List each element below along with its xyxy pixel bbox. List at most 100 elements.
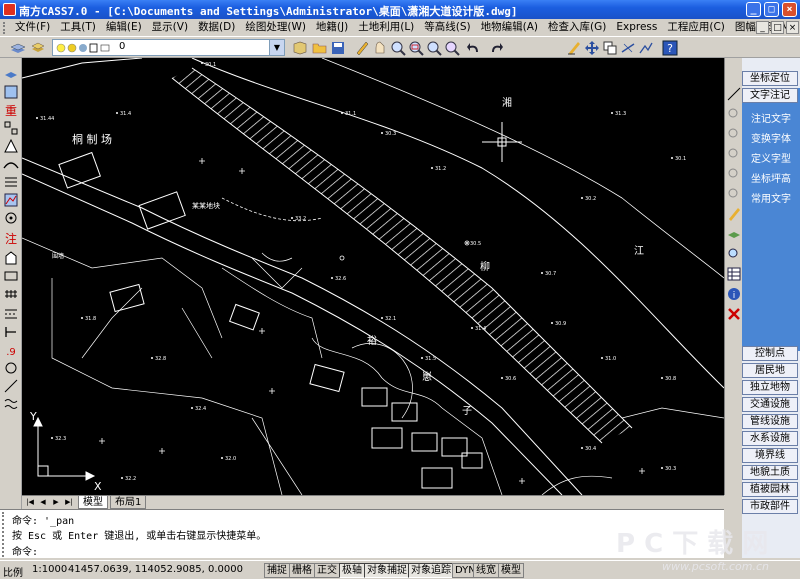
table-icon[interactable] [726,266,742,282]
road-tool-icon[interactable] [3,306,19,322]
screen-menu-landform[interactable]: 地貌土质 [742,465,798,480]
zoom-extents-icon[interactable] [444,40,460,56]
doc-maximize-button[interactable]: □ [771,21,784,34]
tab-next-button[interactable]: ▶ [50,497,62,508]
screen-menu-control-point[interactable]: 控制点 [742,346,798,361]
osnap-toggle[interactable]: 对象捕捉 [364,563,410,578]
save-icon[interactable] [330,40,346,56]
fence-tool-icon[interactable] [3,286,19,302]
link-change-font[interactable]: 变换字体 [742,130,800,145]
screen-menu-boundary[interactable]: 境界线 [742,448,798,463]
delete-icon[interactable] [726,306,742,322]
layer-match-icon[interactable] [726,226,742,242]
layer-state-icon[interactable] [30,40,46,56]
layer-tool-icon[interactable] [3,66,19,82]
open-file-icon[interactable] [312,40,328,56]
pan-icon[interactable] [372,40,388,56]
zoom-icon[interactable] [726,106,742,122]
redo-icon[interactable] [488,40,504,56]
zoom-realtime-icon[interactable] [390,40,406,56]
edit-pencil-icon[interactable] [726,206,742,222]
menu-engineering[interactable]: 工程应用(C) [662,19,730,36]
model-toggle[interactable]: 模型 [498,563,524,578]
zoom-window-icon[interactable] [408,40,424,56]
polyline-icon[interactable] [638,40,654,56]
menu-feature-edit[interactable]: 地物编辑(A) [476,19,543,36]
lineweight-toggle[interactable]: 线宽 [473,563,499,578]
tab-layout1[interactable]: 布局1 [110,496,147,509]
menu-file[interactable]: 文件(F) [10,19,55,36]
drawing-canvas[interactable]: 31.4 30.1 31.1 30.3 31.2 30.5 30.7 30.9 … [22,58,724,495]
menu-edit[interactable]: 编辑(E) [101,19,147,36]
link-annotate-text[interactable]: 注记文字 [742,110,800,125]
select-tool-icon[interactable] [3,84,19,100]
scale-value[interactable]: 1:1000 [32,564,67,575]
layer-dropdown[interactable]: 0 ▼ [52,39,285,56]
screen-menu-water[interactable]: 水系设施 [742,431,798,446]
pipeline-tool-icon[interactable] [3,324,19,340]
snap-toggle[interactable]: 捕捉 [264,563,290,578]
zoom-out-icon[interactable] [726,146,742,162]
screen-menu-text-annotation[interactable]: 文字注记 [742,88,798,103]
menu-contour[interactable]: 等高线(S) [419,19,475,36]
tab-prev-button[interactable]: ◀ [37,497,49,508]
chevron-down-icon[interactable]: ▼ [269,40,284,55]
info-icon[interactable]: i [726,286,742,302]
help-icon[interactable]: ? [662,40,678,56]
bridge-tool-icon[interactable] [3,156,19,172]
move-icon[interactable] [584,40,600,56]
screen-menu-transport[interactable]: 交通设施 [742,397,798,412]
ortho-toggle[interactable]: 正交 [314,563,340,578]
otrack-toggle[interactable]: 对象追踪 [408,563,454,578]
menu-express[interactable]: Express [611,19,662,36]
circle-tool-icon[interactable] [3,360,19,376]
point-tool-icon[interactable]: .9 [3,342,19,358]
zoom-previous-icon[interactable] [426,40,442,56]
station-tool-icon[interactable] [3,210,19,226]
doc-minimize-button[interactable]: _ [756,21,769,34]
minimize-button[interactable]: _ [746,2,761,17]
app-icon[interactable] [3,3,16,16]
maximize-button[interactable]: □ [764,2,779,17]
copy-icon[interactable] [602,40,618,56]
slope-tool-icon[interactable] [3,378,19,394]
contour-tool-icon[interactable] [3,174,19,190]
menu-view[interactable]: 显示(V) [147,19,193,36]
link-define-font[interactable]: 定义字型 [742,150,800,165]
rectangle-tool-icon[interactable] [3,268,19,284]
close-button[interactable]: × [782,2,797,17]
draw-line-icon[interactable] [726,86,742,102]
menu-tools[interactable]: 工具(T) [55,19,101,36]
menu-land-use[interactable]: 土地利用(L) [353,19,419,36]
doc-close-button[interactable]: × [786,21,799,34]
menu-draw-process[interactable]: 绘图处理(W) [240,19,311,36]
building-tool-icon[interactable] [3,250,19,266]
layers-icon[interactable] [10,40,26,56]
wave-tool-icon[interactable] [3,396,19,412]
menu-cadastre[interactable]: 地籍(J) [311,19,353,36]
redraw-icon[interactable] [726,186,742,202]
screen-menu-coord-locate[interactable]: 坐标定位 [742,71,798,86]
annotation-tool-icon[interactable]: 注 [3,230,19,246]
screen-menu-independent-feature[interactable]: 独立地物 [742,380,798,395]
polar-toggle[interactable]: 极轴 [339,563,365,578]
query-icon[interactable] [726,246,742,262]
chart-tool-icon[interactable] [3,192,19,208]
pan-tool-icon[interactable] [726,166,742,182]
menu-data[interactable]: 数据(D) [193,19,240,36]
grid-toggle[interactable]: 栅格 [289,563,315,578]
screen-menu-pipeline[interactable]: 管线设施 [742,414,798,429]
tab-last-button[interactable]: ▶| [63,497,75,508]
link-coord-elevation[interactable]: 坐标坪高 [742,170,800,185]
tab-model[interactable]: 模型 [78,496,108,509]
command-prompt[interactable]: 命令: [12,543,38,558]
link-common-text[interactable]: 常用文字 [742,190,800,205]
grid-tool-icon[interactable] [3,120,19,136]
layer-previous-icon[interactable] [292,40,308,56]
screen-menu-residential[interactable]: 居民地 [742,363,798,378]
screen-menu-vegetation[interactable]: 植被园林 [742,482,798,497]
triangle-tool-icon[interactable] [3,138,19,154]
properties-icon[interactable] [566,40,582,56]
heavy-line-icon[interactable]: 重 [3,102,19,118]
menu-check[interactable]: 检查入库(G) [543,19,611,36]
